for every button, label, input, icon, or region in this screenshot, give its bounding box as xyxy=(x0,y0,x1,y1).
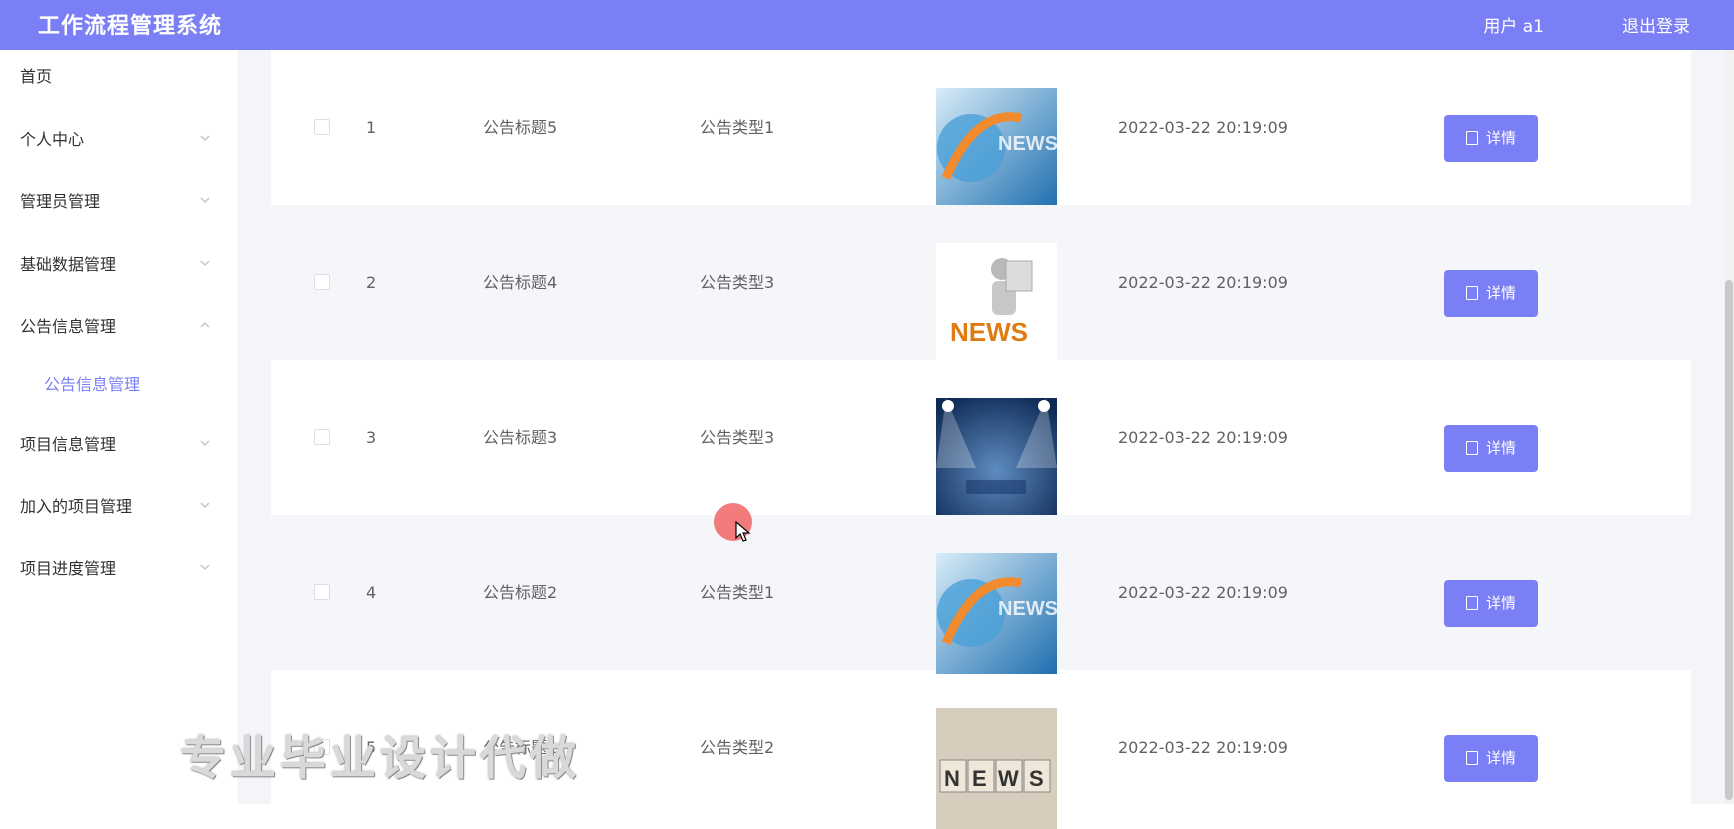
sidebar-item-personal-center[interactable]: 个人中心 xyxy=(0,115,238,165)
document-icon xyxy=(1465,596,1478,610)
sidebar-item-label: 项目进度管理 xyxy=(20,559,117,578)
app-title: 工作流程管理系统 xyxy=(38,14,223,39)
notice-time: 2022-03-22 20:19:09 xyxy=(1118,118,1288,137)
notice-title: 公告标题2 xyxy=(483,583,558,602)
svg-text:NEWS: NEWS xyxy=(998,133,1057,155)
sidebar-item-admin[interactable]: 管理员管理 xyxy=(0,177,238,227)
chevron-down-icon xyxy=(200,260,210,267)
sidebar-item-label: 加入的项目管理 xyxy=(20,497,133,516)
detail-button-label: 详情 xyxy=(1485,129,1516,147)
document-icon xyxy=(1465,441,1478,455)
user-label: 用户 a1 xyxy=(1483,17,1544,37)
sidebar-item-label: 个人中心 xyxy=(20,130,85,149)
sidebar-item-project-info[interactable]: 项目信息管理 xyxy=(0,420,238,470)
chevron-down-icon xyxy=(200,440,210,447)
row-index: 4 xyxy=(366,583,377,602)
notice-time: 2022-03-22 20:19:09 xyxy=(1118,273,1288,292)
notice-title: 公告标题5 xyxy=(483,118,558,137)
top-bar: 工作流程管理系统 用户 a1 退出登录 xyxy=(0,0,1734,50)
detail-button-label: 详情 xyxy=(1485,284,1516,302)
document-icon xyxy=(1465,286,1478,300)
svg-text:S: S xyxy=(1029,766,1044,791)
news-globe-image: NEWS xyxy=(936,553,1057,674)
detail-button-label: 详情 xyxy=(1485,439,1516,457)
svg-text:NEWS: NEWS xyxy=(998,598,1057,620)
row-checkbox[interactable] xyxy=(314,584,330,600)
notice-title: 公告标题4 xyxy=(483,273,558,292)
table-row: 2 公告标题4 公告类型3 NEWS 2022-03-22 20:19:09 详… xyxy=(271,205,1691,364)
notice-time: 2022-03-22 20:19:09 xyxy=(1118,428,1288,447)
svg-text:N: N xyxy=(944,766,960,791)
sidebar-item-home[interactable]: 首页 xyxy=(0,52,238,102)
row-index: 3 xyxy=(366,428,377,447)
notice-type: 公告类型1 xyxy=(700,118,775,137)
news-3d-figure-image: NEWS xyxy=(936,243,1057,364)
row-index: 1 xyxy=(366,118,377,137)
detail-button-label: 详情 xyxy=(1485,594,1516,612)
chevron-down-icon xyxy=(200,564,210,571)
row-index: 2 xyxy=(366,273,377,292)
logout-link[interactable]: 退出登录 xyxy=(1622,0,1690,54)
detail-button[interactable]: 详情 xyxy=(1444,115,1538,162)
sidebar-item-label: 公告信息管理 xyxy=(20,317,117,336)
sidebar-item-label: 公告信息管理 xyxy=(44,375,141,394)
notice-table: 1 公告标题5 公告类型1 NEWS 2022-03-22 20:19:09 详… xyxy=(271,50,1691,829)
table-row: 1 公告标题5 公告类型1 NEWS 2022-03-22 20:19:09 详… xyxy=(271,50,1691,209)
scrollbar[interactable] xyxy=(1724,50,1734,804)
detail-button-label: 详情 xyxy=(1485,749,1516,767)
main-content: 1 公告标题5 公告类型1 NEWS 2022-03-22 20:19:09 详… xyxy=(239,50,1734,829)
notice-type: 公告类型3 xyxy=(700,273,775,292)
sidebar-item-label: 基础数据管理 xyxy=(20,255,117,274)
document-icon xyxy=(1465,131,1478,145)
detail-button[interactable]: 详情 xyxy=(1444,580,1538,627)
svg-text:W: W xyxy=(998,766,1019,791)
sidebar-item-label: 管理员管理 xyxy=(20,192,101,211)
svg-text:NEWS: NEWS xyxy=(950,317,1028,347)
watermark-text: 专业毕业设计代做 xyxy=(180,731,580,785)
sidebar-item-joined-projects[interactable]: 加入的项目管理 xyxy=(0,482,238,532)
table-row: 3 公告标题3 公告类型3 2022-03-22 20:19:09 详情 xyxy=(271,360,1691,519)
sidebar-item-progress[interactable]: 项目进度管理 xyxy=(0,544,238,594)
sidebar-item-base-data[interactable]: 基础数据管理 xyxy=(0,240,238,290)
scrollbar-thumb[interactable] xyxy=(1725,280,1733,800)
chevron-down-icon xyxy=(200,135,210,142)
sidebar-subitem-notice[interactable]: 公告信息管理 xyxy=(0,360,238,410)
row-checkbox[interactable] xyxy=(314,429,330,445)
chevron-down-icon xyxy=(200,197,210,204)
detail-button[interactable]: 详情 xyxy=(1444,270,1538,317)
table-row: 4 公告标题2 公告类型1 NEWS 2022-03-22 20:19:09 详… xyxy=(271,515,1691,674)
sidebar-item-label: 项目信息管理 xyxy=(20,435,117,454)
news-globe-image: NEWS xyxy=(936,88,1057,209)
news-blocks-image: N E W S xyxy=(936,708,1057,829)
notice-time: 2022-03-22 20:19:09 xyxy=(1118,583,1288,602)
document-icon xyxy=(1465,751,1478,765)
notice-title: 公告标题3 xyxy=(483,428,558,447)
row-checkbox[interactable] xyxy=(314,119,330,135)
news-stage-image xyxy=(936,398,1057,519)
notice-type: 公告类型3 xyxy=(700,428,775,447)
mouse-cursor-icon xyxy=(735,521,751,542)
svg-text:E: E xyxy=(972,766,987,791)
row-checkbox[interactable] xyxy=(314,274,330,290)
detail-button[interactable]: 详情 xyxy=(1444,735,1538,782)
notice-type: 公告类型2 xyxy=(700,738,775,757)
sidebar-item-label: 首页 xyxy=(20,67,53,86)
sidebar-item-notice[interactable]: 公告信息管理 xyxy=(0,302,238,352)
detail-button[interactable]: 详情 xyxy=(1444,425,1538,472)
chevron-down-icon xyxy=(200,502,210,509)
sidebar: 首页 个人中心 管理员管理 基础数据管理 公告信息管理 公告信息管理 项目信息管… xyxy=(0,50,239,804)
notice-time: 2022-03-22 20:19:09 xyxy=(1118,738,1288,757)
chevron-up-icon xyxy=(200,321,210,328)
